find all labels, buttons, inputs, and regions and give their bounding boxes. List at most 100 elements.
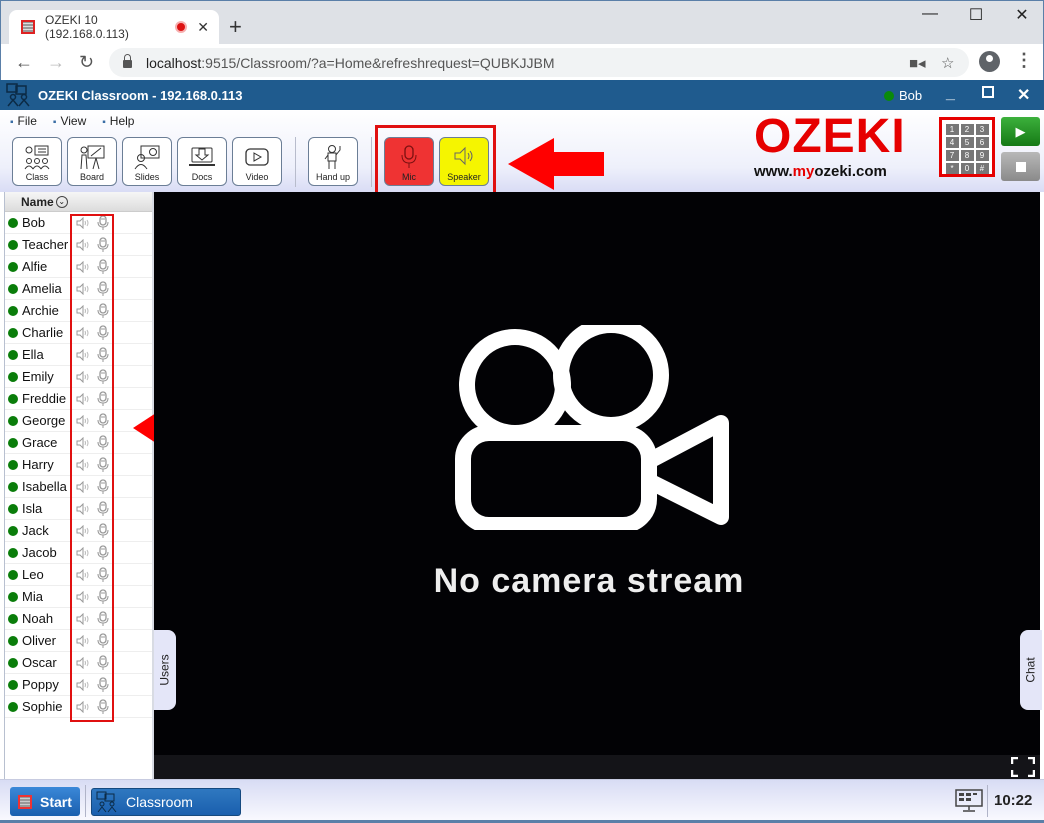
classroom-task-button[interactable]: Classroom: [91, 788, 241, 816]
classroom-task-label: Classroom: [126, 794, 193, 810]
slides-button[interactable]: Slides: [122, 137, 172, 186]
slides-icon: [134, 145, 160, 170]
online-status-icon: [8, 481, 18, 492]
tab-title: OZEKI 10 (192.168.0.113): [45, 13, 129, 41]
taskbar-separator: [987, 785, 988, 817]
hand-up-button[interactable]: Hand up: [308, 137, 358, 186]
video-icon: [245, 148, 269, 166]
start-button[interactable]: Start: [10, 787, 80, 816]
bookmark-star-icon[interactable]: ☆: [941, 54, 954, 72]
docs-button[interactable]: Docs: [177, 137, 227, 186]
menu-help[interactable]: Help: [102, 114, 135, 128]
video-area: [154, 192, 1040, 755]
browser-window: OZEKI 10 (192.168.0.113) ✕ + — ☐ ✕ ← → ↻…: [0, 0, 1044, 81]
online-status-icon: [8, 327, 18, 338]
online-status-icon: [8, 679, 18, 690]
class-button-label: Class: [25, 172, 49, 182]
lock-icon: [123, 54, 132, 68]
url-path: :9515/Classroom/?a=Home&refreshrequest=Q…: [201, 54, 555, 71]
users-side-tab[interactable]: Users: [154, 630, 176, 710]
class-icon: [24, 145, 50, 170]
online-status-icon: [8, 525, 18, 536]
menu-file[interactable]: File: [10, 114, 37, 128]
app-close-button[interactable]: ✕: [1017, 85, 1030, 105]
online-status-icon: [8, 393, 18, 404]
url-host: localhost: [146, 54, 202, 71]
dialpad-icon[interactable]: 123 456 789 * 0 #: [939, 117, 995, 177]
online-status-icon: [8, 657, 18, 668]
tab-close-icon[interactable]: ✕: [197, 19, 209, 36]
toolbar-separator: [371, 137, 372, 187]
ozeki-start-icon: [18, 794, 32, 809]
slides-button-label: Slides: [134, 172, 160, 182]
ozeki-logo-text: OZEKI: [754, 110, 906, 163]
clock: 10:22: [994, 792, 1033, 809]
window-maximize-button[interactable]: ☐: [953, 5, 999, 25]
browser-toolbar: ← → ↻ localhost:9515/Classroom/?a=Home&r…: [1, 44, 1043, 81]
start-label: Start: [40, 793, 72, 810]
app-maximize-button[interactable]: [982, 86, 994, 98]
ozeki-favicon-icon: [21, 20, 35, 34]
online-status-icon: [8, 459, 18, 470]
taskbar-separator: [85, 785, 86, 817]
online-status-icon: [8, 239, 18, 250]
online-status-icon: [8, 217, 18, 228]
browser-tab[interactable]: OZEKI 10 (192.168.0.113) ✕: [9, 10, 219, 44]
app-minimize-button[interactable]: _: [946, 85, 955, 103]
audio-controls-highlight: [375, 125, 496, 195]
online-status-icon: [8, 349, 18, 360]
play-button[interactable]: ▶: [1001, 117, 1040, 146]
menu-bar: File View Help: [10, 114, 135, 128]
camera-permission-icon[interactable]: ■◂: [909, 54, 926, 72]
board-button-label: Board: [79, 172, 105, 182]
taskbar: Start Classroom 10:22: [0, 779, 1044, 823]
online-status-icon: [8, 635, 18, 646]
online-status-icon: [8, 437, 18, 448]
play-icon: ▶: [1015, 124, 1026, 139]
docs-button-label: Docs: [191, 172, 213, 182]
no-camera-icon: [455, 325, 729, 530]
chat-side-tab[interactable]: Chat: [1020, 630, 1042, 710]
online-status-icon: [8, 283, 18, 294]
forward-arrow-icon[interactable]: →: [47, 52, 65, 73]
video-button-label: Video: [245, 172, 269, 182]
docs-icon: [189, 147, 215, 166]
video-button[interactable]: Video: [232, 137, 282, 186]
address-bar[interactable]: localhost:9515/Classroom/?a=Home&refresh…: [109, 48, 969, 77]
classroom-task-icon: [96, 791, 117, 813]
audio-status-highlight: [70, 214, 114, 722]
back-arrow-icon[interactable]: ←: [15, 52, 33, 73]
new-tab-button[interactable]: +: [229, 14, 242, 40]
hand-up-button-label: Hand up: [315, 172, 351, 182]
recording-indicator-icon: [175, 21, 188, 33]
no-camera-message: No camera stream: [433, 562, 745, 600]
current-user-name: Bob: [899, 88, 923, 103]
browser-menu-icon[interactable]: ⋮: [1015, 50, 1033, 71]
sort-chevron-down-icon[interactable]: ⌄: [55, 195, 68, 208]
app-title: OZEKI Classroom - 192.168.0.113: [38, 87, 243, 103]
ozeki-url: www.myozeki.com: [754, 163, 887, 180]
toolbar-separator: [295, 137, 296, 187]
reload-icon[interactable]: ↻: [79, 52, 94, 73]
app-title-bar: OZEKI Classroom - 192.168.0.113 Bob _ ✕: [0, 80, 1044, 110]
hand-up-icon: [324, 145, 341, 169]
current-user: Bob: [884, 88, 922, 103]
video-control-bar: [154, 755, 1040, 779]
name-column-header[interactable]: Name ⌄: [5, 192, 152, 212]
window-close-button[interactable]: ✕: [999, 5, 1044, 25]
window-minimize-button[interactable]: —: [907, 5, 953, 23]
menu-view[interactable]: View: [53, 114, 86, 128]
online-status-icon: [8, 371, 18, 382]
name-header-label: Name: [21, 194, 54, 209]
profile-avatar-icon[interactable]: [979, 51, 1000, 72]
class-button[interactable]: Class: [12, 137, 62, 186]
online-status-icon: [8, 569, 18, 580]
online-status-icon: [884, 90, 894, 101]
stop-button[interactable]: [1001, 152, 1040, 181]
annotation-arrow-icon: [508, 138, 604, 190]
monitor-icon[interactable]: [955, 789, 983, 813]
board-button[interactable]: Board: [67, 137, 117, 186]
online-status-icon: [8, 591, 18, 602]
fullscreen-icon[interactable]: [1011, 757, 1035, 777]
classroom-logo-icon: [6, 83, 30, 107]
